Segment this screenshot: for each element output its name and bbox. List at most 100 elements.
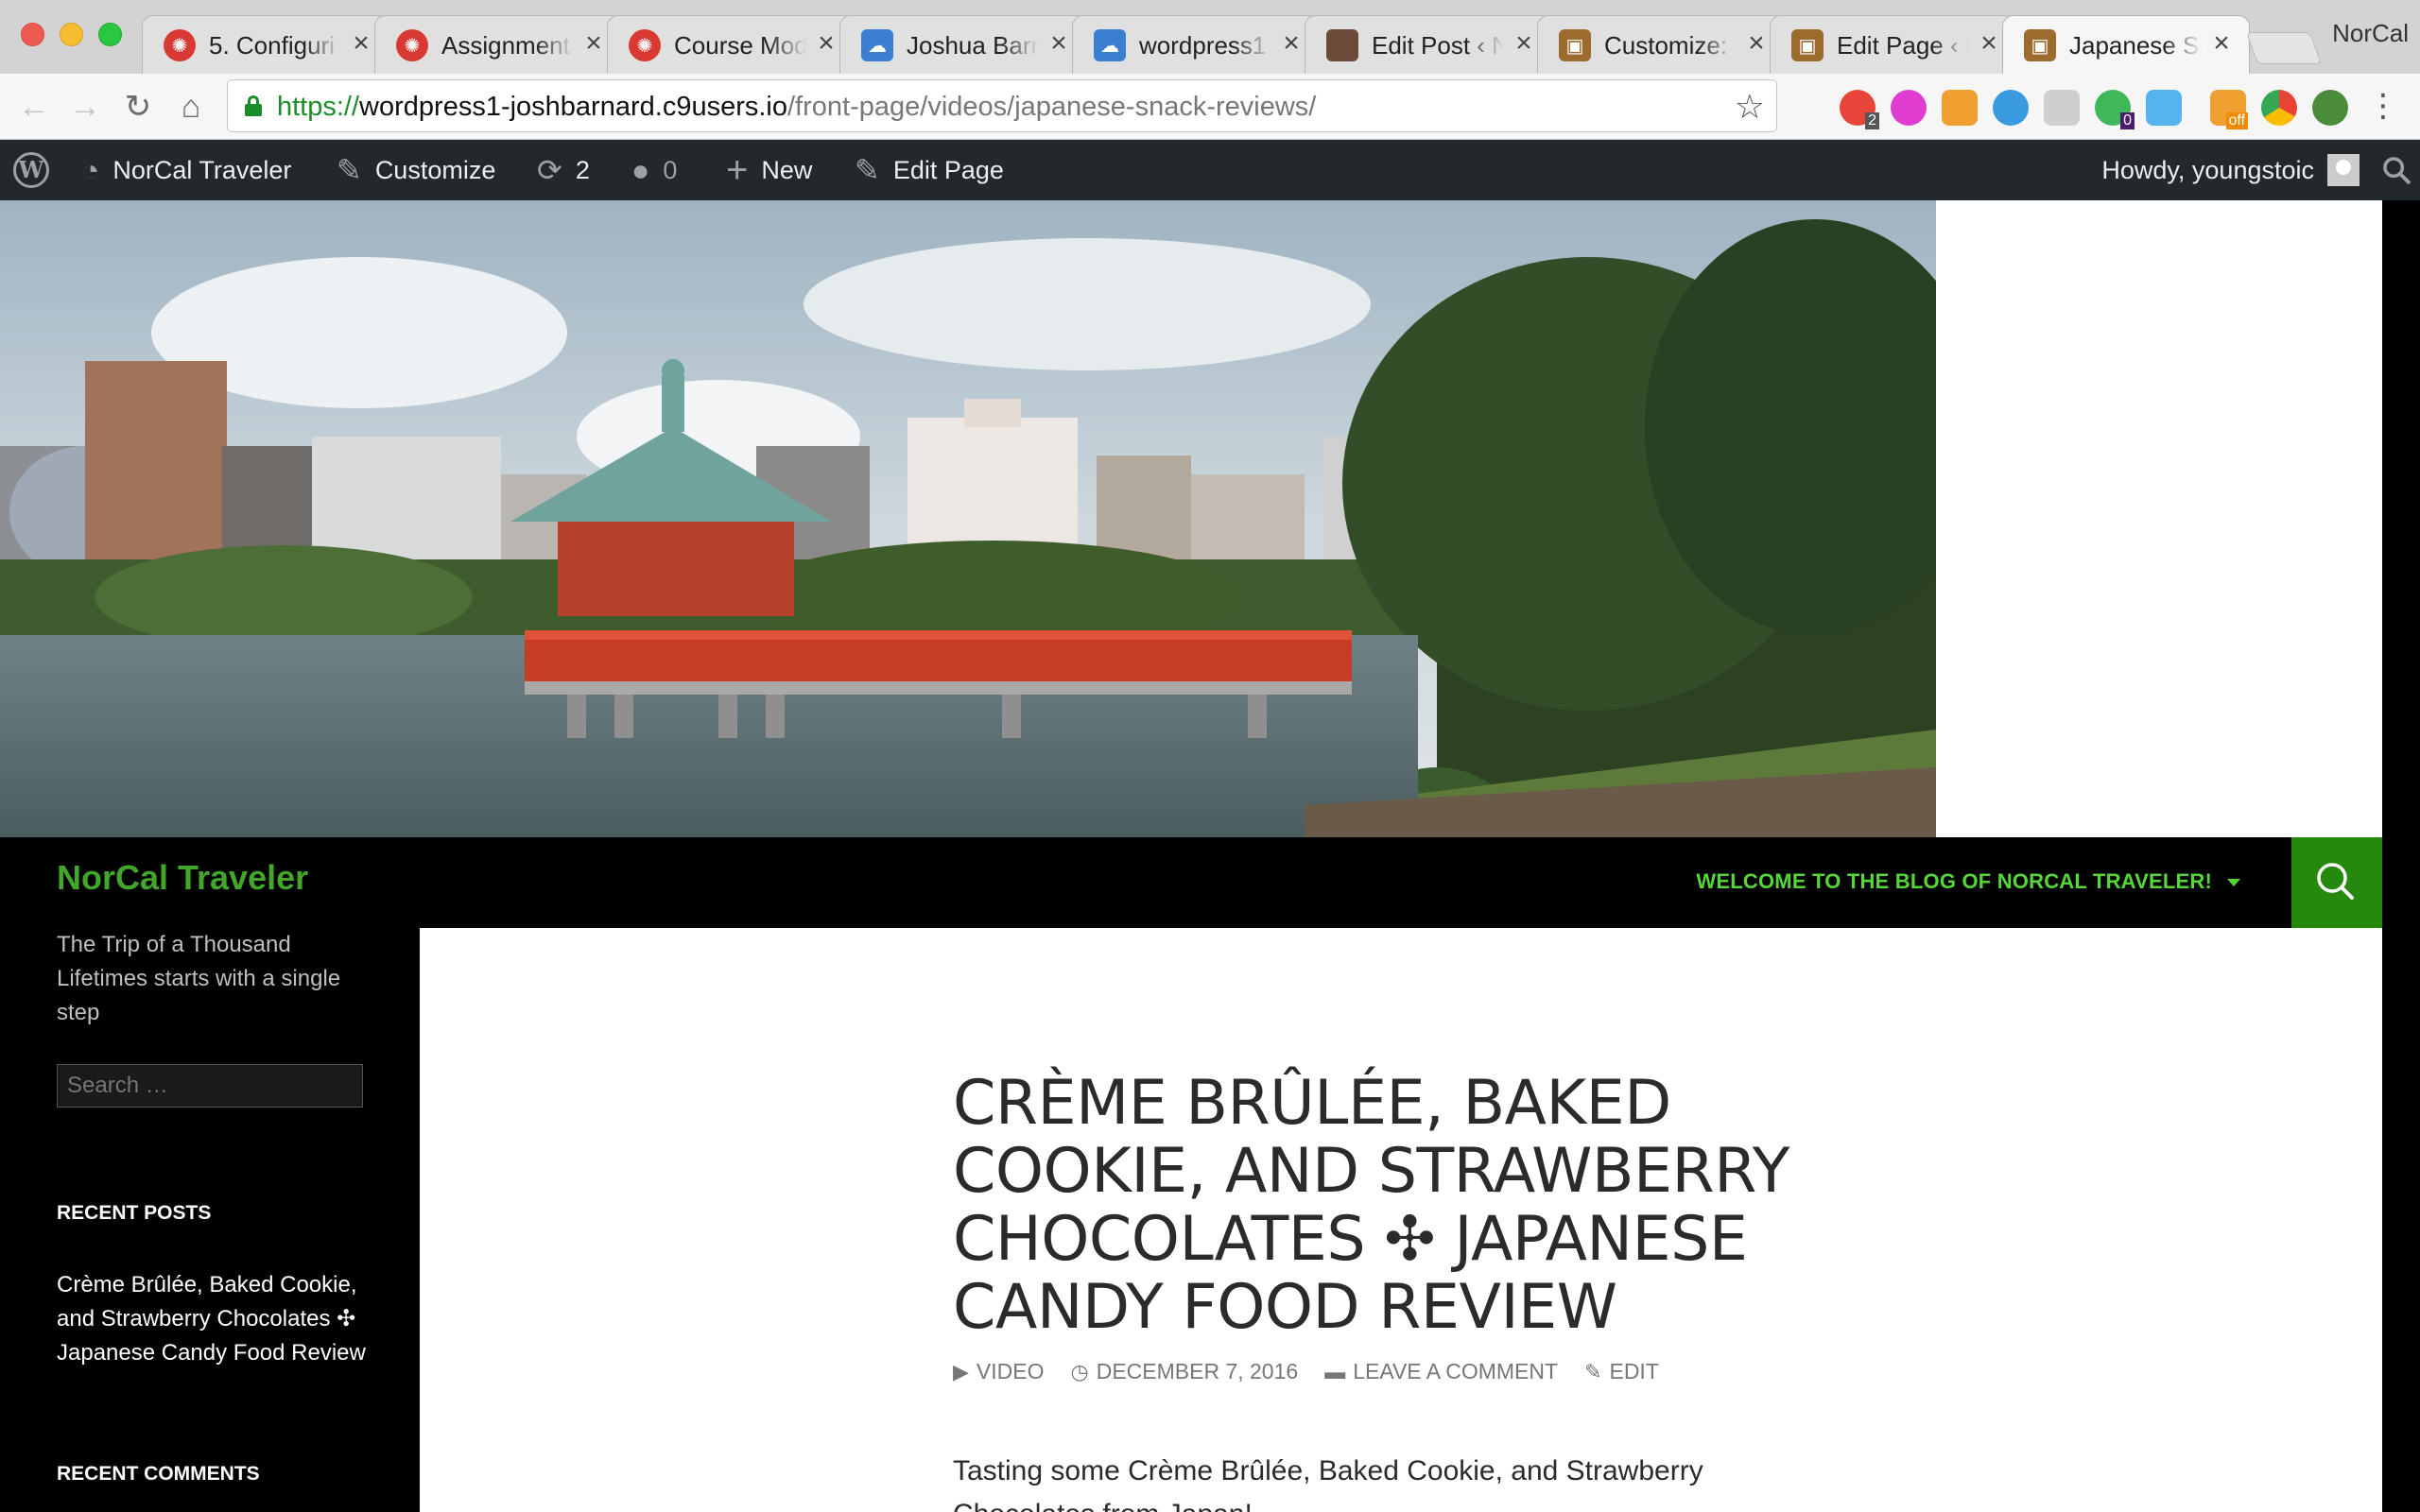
browser-tab[interactable]: ☁ wordpress1 × [1072,15,1320,74]
address-bar[interactable]: https://wordpress1-joshbarnard.c9users.i… [227,79,1777,132]
reload-icon[interactable]: ↻ [119,88,157,126]
download-arrow-extension-icon[interactable] [2146,90,2182,126]
primary-menu-item[interactable]: Welcome to the blog of NorCal Traveler! [1696,869,2240,894]
wordpress-logo-icon[interactable]: W [13,140,49,200]
window-maximize-button[interactable] [98,23,122,46]
post-excerpt: Tasting some Crème Brûlée, Baked Cookie,… [953,1455,1703,1512]
admin-customize-link[interactable]: ✎ Customize [337,140,495,200]
admin-updates-link[interactable]: ⟳ 2 [537,140,590,200]
comments-count: 0 [663,155,678,184]
browser-menu-icon[interactable]: ⋮ [2367,87,2399,125]
window-minimize-button[interactable] [60,23,83,46]
leave-comment-label: Leave a comment [1353,1359,1559,1383]
post-date: December 7, 2016 [1096,1359,1299,1383]
tab-title: Edit Page ‹ N [1837,29,1969,61]
extension-icon[interactable] [1891,90,1927,126]
recent-post-link[interactable]: Crème Brûlée, Baked Cookie, and Strawber… [57,1268,369,1370]
admin-comments-link[interactable]: ● 0 [631,140,677,200]
sidebar-search-input[interactable] [57,1064,363,1108]
post-title: Crème Brûlée, Baked Cookie, and Strawber… [953,1068,1789,1343]
extension-icon[interactable]: 0 [2095,90,2135,129]
post-format-label: Video [976,1359,1045,1383]
extension-badge: 0 [2120,112,2135,129]
forward-arrow-icon[interactable]: → [66,88,104,126]
tab-title: Customize: [1604,29,1737,61]
post-date-link[interactable]: ◷ December 7, 2016 [1071,1359,1299,1384]
tab-title: 5. Configuri [209,29,341,61]
post-format-link[interactable]: ▶ Video [953,1359,1045,1384]
recent-comments-heading: Recent Comments [57,1463,260,1485]
edit-post-link[interactable]: ✎ Edit [1584,1359,1659,1384]
browser-tab[interactable]: ✺ Course Mod × [607,15,855,74]
off-extension-icon[interactable]: off [2210,90,2248,129]
cloud9-icon: ☁ [1094,29,1126,61]
new-tab-button[interactable] [2245,32,2323,64]
css-extension-icon[interactable] [2044,90,2080,126]
tab-title: Joshua Barn [907,29,1039,61]
url-scheme: https:// [277,92,360,122]
close-tab-icon[interactable]: × [347,29,375,58]
page-edge [2382,200,2420,1512]
close-tab-icon[interactable]: × [812,29,840,58]
sync-extension-icon[interactable] [1993,90,2029,126]
browser-tab-active[interactable]: ▣ Japanese Sn × [2002,15,2250,74]
admin-search-icon[interactable] [2380,140,2412,200]
admin-new-link[interactable]: + New [726,140,812,200]
chrome-extension-icon[interactable] [2261,90,2297,126]
browser-tab[interactable]: ✺ Assignment × [374,15,622,74]
lock-icon [245,95,262,116]
globe-extension-icon[interactable] [2312,90,2348,126]
updates-icon: ⟳ [537,153,562,187]
edit-label: Edit [1609,1359,1659,1383]
download-extension-icon[interactable] [1942,90,1978,126]
header-image [0,200,1936,837]
admin-greeting: Howdy, youngstoic [2101,155,2314,184]
tab-title: Edit Post ‹ N [1372,29,1504,61]
admin-customize-label: Customize [374,155,496,184]
extension-adblock-icon[interactable]: 2 [1840,90,1879,129]
profile-name[interactable]: NorCal [2332,19,2409,48]
tab-title: wordpress1 [1139,29,1271,61]
sidebar: The Trip of a Thousand Lifetimes starts … [0,928,420,1512]
close-tab-icon[interactable]: × [1277,29,1305,58]
bookmark-star-icon[interactable]: ☆ [1735,88,1765,126]
browser-tab[interactable]: ✺ 5. Configuri × [142,15,389,74]
url-text[interactable]: https://wordpress1-joshbarnard.c9users.i… [277,92,1316,123]
play-icon: ▶ [953,1359,969,1383]
entry-meta: ▶ Video ◷ December 7, 2016 ▬ Leave a commen… [953,1359,1659,1384]
site-description: The Trip of a Thousand Lifetimes starts … [57,932,341,1025]
extension-badge: 2 [1865,112,1879,129]
comment-icon: ▬ [1324,1359,1346,1383]
site-title[interactable]: NorCal Traveler [57,858,308,898]
back-arrow-icon[interactable]: ← [15,88,53,126]
close-tab-icon[interactable]: × [2207,29,2236,58]
main-content: Crème Brûlée, Baked Cookie, and Strawber… [420,928,2382,1512]
plus-icon: + [726,148,749,191]
close-tab-icon[interactable]: × [579,29,608,58]
updates-count: 2 [575,155,590,184]
url-host: wordpress1-joshbarnard.c9users.io [359,92,787,122]
close-tab-icon[interactable]: × [1045,29,1073,58]
recent-posts-heading: Recent Posts [57,1202,212,1224]
admin-edit-page-link[interactable]: ✎ Edit Page [855,140,1004,200]
user-avatar-icon [1326,29,1358,61]
close-tab-icon[interactable]: × [1975,29,2003,58]
browser-tab[interactable]: ▣ Edit Page ‹ N × [1770,15,2017,74]
comment-bubble-icon: ● [631,152,650,187]
browser-tab[interactable]: ▣ Customize: × [1537,15,1785,74]
browser-tab[interactable]: ☁ Joshua Barn × [839,15,1087,74]
admin-account-menu[interactable]: Howdy, youngstoic [2101,140,2360,200]
pencil-icon: ✎ [855,153,880,187]
close-tab-icon[interactable]: × [1510,29,1538,58]
search-toggle-button[interactable] [2291,837,2382,928]
close-tab-icon[interactable]: × [1742,29,1771,58]
browser-toolbar: ← → ↻ ⌂ https://wordpress1-joshbarnard.c… [0,74,2420,140]
window-close-button[interactable] [21,23,44,46]
url-path: /front-page/videos/japanese-snack-review… [787,92,1317,122]
admin-site-link[interactable]: ◔ NorCal Traveler [81,140,291,200]
red-gear-icon: ✺ [396,29,428,61]
pencil-icon: ✎ [1584,1359,1602,1383]
leave-comment-link[interactable]: ▬ Leave a comment [1324,1359,1558,1384]
home-icon[interactable]: ⌂ [172,88,210,126]
browser-tab[interactable]: Edit Post ‹ N × [1305,15,1552,74]
